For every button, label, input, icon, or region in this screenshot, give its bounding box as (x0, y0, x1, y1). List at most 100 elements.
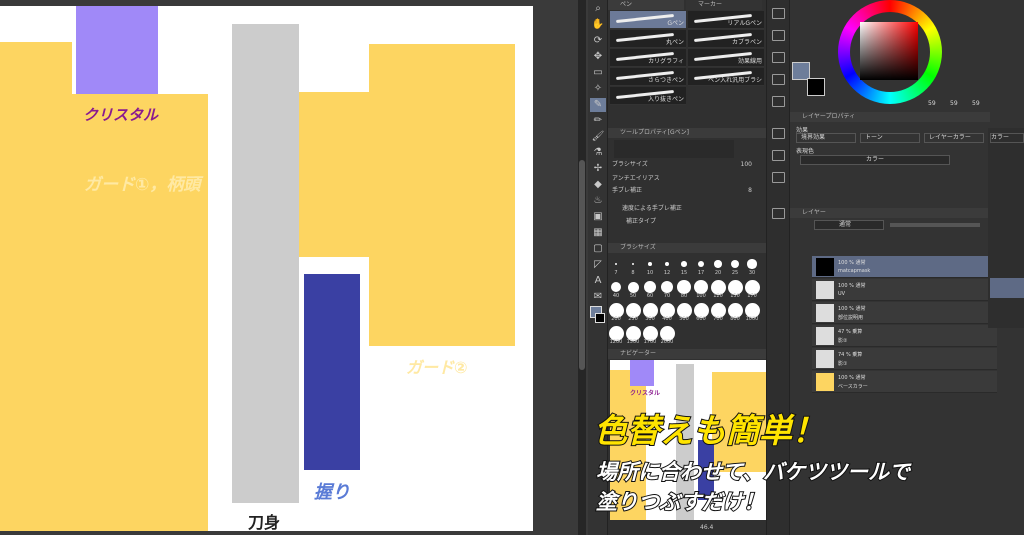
layer-row[interactable]: 100 % 通常 UV (812, 279, 997, 301)
brush-size-dot[interactable] (631, 262, 635, 266)
sub-color-box[interactable] (807, 78, 825, 96)
brush-size-dot[interactable] (610, 281, 622, 293)
blade-block (232, 24, 299, 503)
color-wheel-icon[interactable] (772, 8, 785, 19)
brush-size-label: 150 (730, 293, 740, 299)
brush-size-row[interactable]: ブラシサイズ 100 (612, 160, 762, 169)
tool-icon[interactable] (772, 208, 785, 219)
brush-size-label: 200 (611, 316, 621, 322)
brush-size-dot[interactable] (697, 260, 705, 268)
sub-color-swatch[interactable] (595, 313, 605, 323)
color-history-icon[interactable] (772, 96, 785, 107)
canvas-scrollbar-thumb[interactable] (579, 160, 585, 370)
color-set-icon[interactable] (772, 30, 785, 41)
item-bank-icon[interactable] (772, 150, 785, 161)
brush-size-grid[interactable]: 7 8 10 12 15 17 20 25 30 40 50 60 70 80 100 120 150 170 20… (608, 254, 766, 348)
search-icon[interactable] (772, 172, 785, 183)
display-color-select[interactable]: カラー (800, 155, 950, 165)
blend-tool-icon[interactable]: ♨ (590, 194, 606, 208)
brush-size-dot[interactable] (644, 281, 656, 293)
boundary-effect-button[interactable]: 境界効果 (796, 133, 856, 143)
select-tool-icon[interactable]: ▭ (590, 66, 606, 80)
gradient-tool-icon[interactable]: ▦ (590, 226, 606, 240)
brush-size-dot[interactable] (681, 261, 687, 267)
pen-tool-icon[interactable]: ✎ (590, 98, 606, 112)
brush-tool-icon[interactable]: 🖌 (590, 130, 606, 144)
brush-size-dot[interactable] (615, 263, 617, 265)
move-tool-icon[interactable]: ✥ (590, 50, 606, 64)
brush-item[interactable]: 丸ペン (610, 30, 686, 48)
speed-stabilize-checkbox[interactable]: 速度による手ブレ補正 (612, 204, 762, 213)
tab-pen-label: ペン (620, 1, 633, 8)
brush-size-dot[interactable] (664, 261, 670, 267)
fill-tool-icon[interactable]: ▣ (590, 210, 606, 224)
tab-pen[interactable]: ペン (608, 0, 684, 10)
brush-item[interactable]: ペン入れ汎用ブラシ (688, 68, 764, 86)
zoom-tool-icon[interactable]: ⌕ (590, 2, 606, 16)
palette-icon-column (766, 0, 790, 535)
far-right-color-button[interactable]: カラー (990, 133, 1024, 143)
approximate-color-icon[interactable] (772, 74, 785, 85)
opacity-slider[interactable] (890, 223, 980, 227)
frame-tool-icon[interactable]: ◸ (590, 258, 606, 272)
stabilize-row[interactable]: 手ブレ補正 8 (612, 186, 762, 195)
layer-row[interactable]: 100 % 通常 ベースカラー (812, 371, 997, 393)
tab-marker[interactable]: マーカー (686, 0, 762, 10)
brush-item[interactable]: 効果線用 (688, 49, 764, 67)
brush-size-palette-title: ブラシサイズ (608, 243, 766, 253)
balloon-tool-icon[interactable]: ✉ (590, 290, 606, 304)
figure-tool-icon[interactable]: ▢ (590, 242, 606, 256)
color-value-r[interactable]: 59 (928, 100, 936, 107)
wand-tool-icon[interactable]: ✧ (590, 82, 606, 96)
text-tool-icon[interactable]: A (590, 274, 606, 288)
tone-button[interactable]: トーン (860, 133, 920, 143)
decoration-tool-icon[interactable]: ✢ (590, 162, 606, 176)
brush-item[interactable]: カリグラフィ (610, 49, 686, 67)
layer-row[interactable]: 100 % 通常 部位説明用 (812, 302, 997, 324)
navigator-zoom[interactable]: 46.4 (700, 524, 713, 531)
brush-size-label: 700 (713, 316, 723, 322)
overlay-line2: 塗りつぶすだけ！ (595, 489, 765, 515)
brush-item[interactable]: リアルGペン (688, 11, 764, 29)
guard1-center-block (72, 94, 208, 531)
brush-size-dot[interactable] (730, 259, 740, 269)
drawing-canvas[interactable]: クリスタル ガード①，柄頭 ガード② 握り 刀身 (0, 6, 533, 531)
antialias-row[interactable]: アンチエイリアス (612, 174, 762, 183)
material-icon[interactable] (772, 128, 785, 139)
layer-toolbar[interactable] (814, 233, 994, 243)
brush-size-label: 100 (696, 293, 706, 299)
brush-size-dot[interactable] (660, 280, 674, 294)
layer-row[interactable]: 74 % 乗算 影① (812, 348, 997, 370)
hand-tool-icon[interactable]: ✋ (590, 18, 606, 32)
layer-row[interactable]: 100 % 通常 matcapmask (812, 256, 997, 278)
brush-item[interactable]: カブラペン (688, 30, 764, 48)
brush-size-dot[interactable] (747, 259, 757, 269)
blend-mode-select[interactable]: 通常 (814, 220, 884, 230)
color-value-g[interactable]: 59 (950, 100, 958, 107)
pencil-tool-icon[interactable]: ✏ (590, 114, 606, 128)
brush-item[interactable]: Gペン (610, 11, 686, 29)
layer-thumbnail (816, 258, 834, 276)
guard2-right-block (369, 44, 515, 346)
brush-size-dot[interactable] (627, 281, 639, 293)
brush-size-dot[interactable] (677, 280, 691, 294)
rotate-tool-icon[interactable]: ⟳ (590, 34, 606, 48)
far-right-selected-strip (990, 278, 1024, 298)
color-square[interactable] (860, 22, 918, 80)
intermediate-color-icon[interactable] (772, 52, 785, 63)
brush-item[interactable]: さらつきペン (610, 68, 686, 86)
brush-size-dot[interactable] (714, 260, 722, 268)
eraser-tool-icon[interactable]: ◆ (590, 178, 606, 192)
layer-color-button[interactable]: レイヤーカラー (924, 133, 984, 143)
color-value-b[interactable]: 59 (972, 100, 980, 107)
brush-item[interactable]: 入り抜きペン (610, 87, 686, 105)
brush-size-dot[interactable] (648, 262, 652, 266)
airbrush-tool-icon[interactable]: ⚗ (590, 146, 606, 160)
layer-thumbnail (816, 281, 834, 299)
brush-size-label: 17 (697, 270, 705, 276)
canvas-area[interactable]: クリスタル ガード①，柄頭 ガード② 握り 刀身 (0, 0, 590, 535)
brush-size-label: 300 (645, 316, 655, 322)
correction-type-row[interactable]: 補正タイプ (612, 217, 762, 226)
far-right-panel (988, 128, 1024, 328)
layer-row[interactable]: 47 % 乗算 影② (812, 325, 997, 347)
